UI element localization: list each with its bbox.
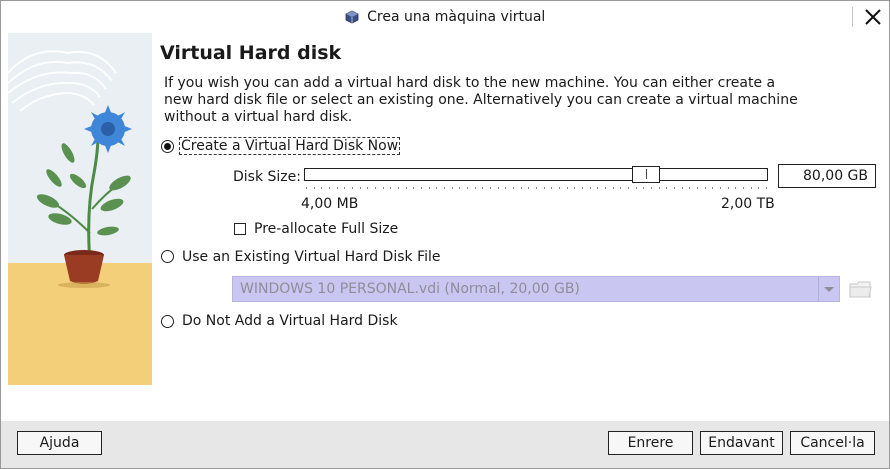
- existing-disk-value: WINDOWS 10 PERSONAL.vdi (Normal, 20,00 G…: [240, 281, 580, 297]
- existing-disk-select[interactable]: WINDOWS 10 PERSONAL.vdi (Normal, 20,00 G…: [232, 276, 840, 302]
- choose-disk-file-button[interactable]: [848, 277, 873, 301]
- disk-size-min-label: 4,00 MB: [301, 196, 359, 212]
- slider-tick: [704, 187, 706, 189]
- use-existing-radio[interactable]: [161, 250, 174, 263]
- slider-tick: [490, 187, 491, 189]
- slider-tick: [390, 187, 392, 189]
- use-existing-label[interactable]: Use an Existing Virtual Hard Disk File: [182, 249, 441, 265]
- back-button[interactable]: Enrere: [608, 431, 693, 455]
- slider-tick: [628, 187, 629, 189]
- slider-tick: [520, 187, 522, 189]
- slider-tick: [413, 187, 415, 189]
- slider-tick: [505, 187, 507, 189]
- slider-tick: [743, 187, 744, 189]
- page-heading: Virtual Hard disk: [160, 42, 342, 64]
- slider-tick: [398, 187, 399, 189]
- next-button[interactable]: Endavant: [700, 431, 783, 455]
- slider-tick: [566, 187, 568, 189]
- title-bar[interactable]: Crea una màquina virtual: [1, 1, 889, 33]
- create-disk-option[interactable]: Create a Virtual Hard Disk Now: [178, 137, 401, 155]
- slider-tick: [436, 187, 438, 189]
- slider-tick: [344, 187, 346, 189]
- wizard-window: Crea una màquina virtual Virtual Hard di…: [0, 0, 890, 469]
- slider-tick: [620, 187, 622, 189]
- slider-tick: [597, 187, 599, 189]
- close-icon: [865, 9, 881, 25]
- slider-tick: [451, 187, 453, 189]
- chevron-down-icon[interactable]: [818, 277, 839, 301]
- disk-size-input[interactable]: 80,00 GB: [778, 164, 876, 188]
- slider-tick: [689, 187, 691, 189]
- slider-tick: [697, 187, 698, 189]
- preallocate-checkbox[interactable]: [234, 223, 246, 235]
- virtualbox-icon: [345, 9, 367, 25]
- wizard-illustration: [8, 33, 152, 385]
- close-button[interactable]: [861, 5, 885, 29]
- slider-tick: [643, 187, 645, 189]
- create-disk-radio[interactable]: [161, 140, 174, 153]
- slider-ticks: [306, 187, 767, 191]
- title-separator: [852, 7, 853, 27]
- disk-size-max-label: 2,00 TB: [721, 196, 775, 212]
- slider-tick: [352, 187, 353, 189]
- slider-tick: [497, 187, 499, 189]
- slider-tick: [681, 187, 683, 189]
- slider-tick: [444, 187, 445, 189]
- slider-tick: [382, 187, 384, 189]
- slider-tick: [735, 187, 737, 189]
- slider-tick: [589, 187, 591, 189]
- slider-tick: [474, 187, 476, 189]
- slider-tick: [674, 187, 675, 189]
- slider-tick: [459, 187, 461, 189]
- no-disk-label[interactable]: Do Not Add a Virtual Hard Disk: [182, 313, 398, 329]
- slider-tick: [421, 187, 422, 189]
- slider-tick: [720, 187, 721, 189]
- slider-tick: [467, 187, 468, 189]
- slider-tick: [651, 187, 652, 189]
- slider-tick: [428, 187, 430, 189]
- slider-tick: [336, 187, 338, 189]
- slider-tick: [612, 187, 614, 189]
- slider-tick: [329, 187, 330, 189]
- slider-tick: [321, 187, 323, 189]
- disk-size-slider[interactable]: [304, 168, 768, 181]
- disk-size-slider-handle[interactable]: [632, 166, 660, 183]
- page-description: If you wish you can add a virtual hard d…: [164, 75, 798, 125]
- help-button[interactable]: Ajuda: [17, 431, 102, 455]
- slider-tick: [574, 187, 576, 189]
- slider-tick: [367, 187, 369, 189]
- slider-tick: [712, 187, 714, 189]
- slider-tick: [313, 187, 315, 189]
- slider-tick: [513, 187, 514, 189]
- slider-tick: [536, 187, 537, 189]
- slider-tick: [551, 187, 553, 189]
- slider-tick: [658, 187, 660, 189]
- slider-tick: [727, 187, 729, 189]
- preallocate-label[interactable]: Pre-allocate Full Size: [254, 221, 398, 237]
- slider-tick: [559, 187, 560, 189]
- create-disk-label: Create a Virtual Hard Disk Now: [178, 137, 401, 155]
- slider-tick: [306, 187, 307, 189]
- no-disk-radio[interactable]: [161, 315, 174, 328]
- disk-size-label: Disk Size:: [233, 169, 301, 185]
- slider-tick: [758, 187, 760, 189]
- slider-tick: [528, 187, 530, 189]
- slider-tick: [605, 187, 606, 189]
- folder-icon: [849, 281, 872, 298]
- slider-tick: [635, 187, 637, 189]
- slider-tick: [666, 187, 668, 189]
- window-title: Crea una màquina virtual: [367, 9, 546, 25]
- slider-tick: [582, 187, 583, 189]
- cancel-button[interactable]: Cancel·la: [790, 431, 875, 455]
- slider-tick: [543, 187, 545, 189]
- slider-tick: [375, 187, 376, 189]
- slider-tick: [482, 187, 484, 189]
- slider-tick: [359, 187, 361, 189]
- slider-tick: [750, 187, 752, 189]
- slider-tick: [766, 187, 767, 189]
- slider-tick: [405, 187, 407, 189]
